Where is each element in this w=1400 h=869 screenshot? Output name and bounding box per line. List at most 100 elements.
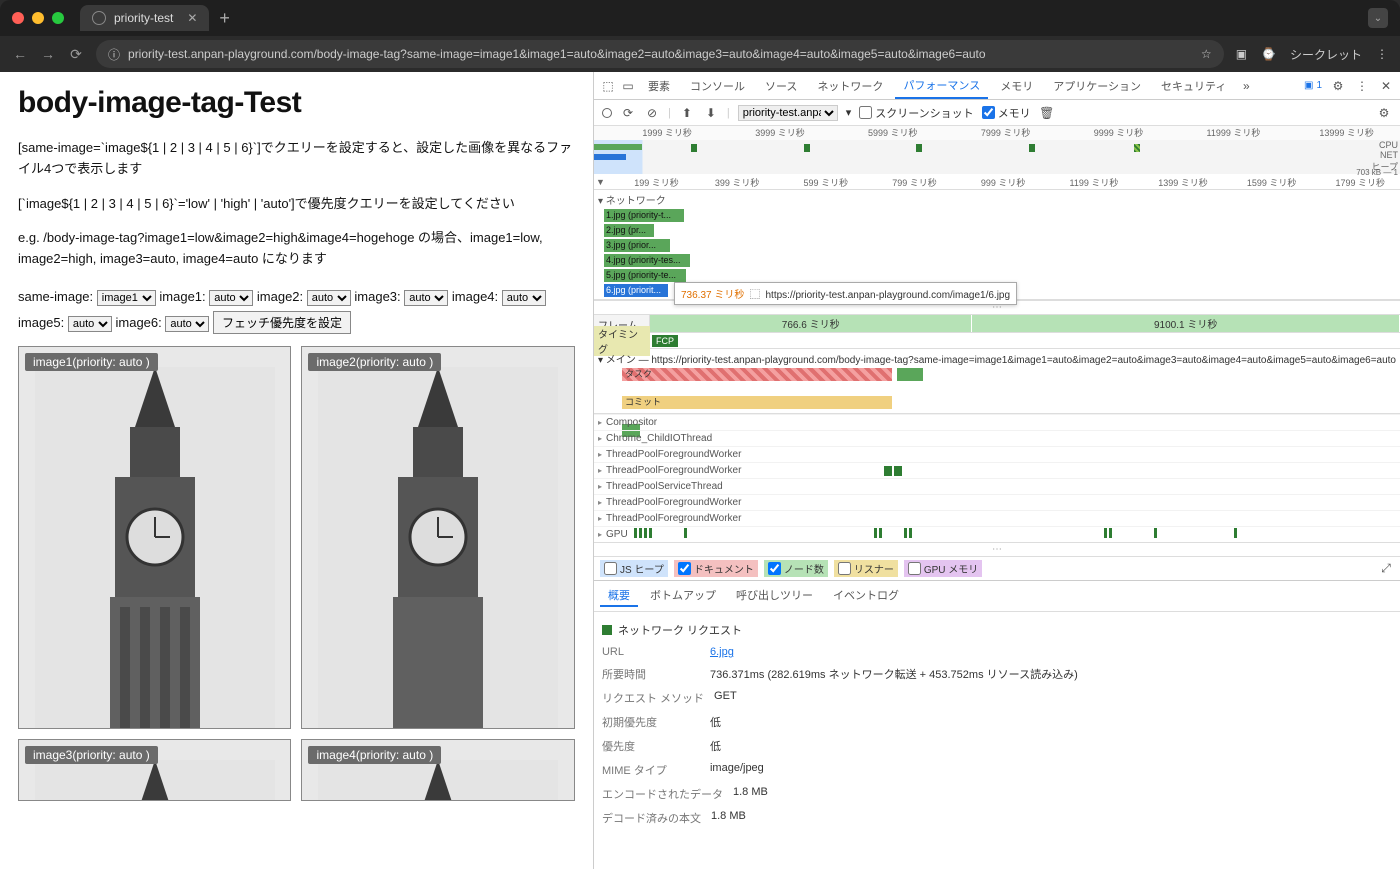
url-bar[interactable]: ⓘ priority-test.anpan-playground.com/bod…	[96, 40, 1224, 68]
network-section-header[interactable]: ▾ ネットワーク	[594, 190, 1400, 209]
tab-security[interactable]: セキュリティ	[1153, 74, 1234, 98]
thread-row[interactable]: GPU	[594, 526, 1400, 542]
settings-gear-icon[interactable]: ⚙	[1376, 106, 1392, 120]
reload-record-icon[interactable]: ⟳	[620, 106, 636, 120]
filter-gpu-memory[interactable]: GPU メモリ	[904, 560, 982, 577]
same-image-select[interactable]: image1	[97, 290, 156, 306]
image5-label: image5:	[18, 315, 64, 330]
tab-elements[interactable]: 要素	[640, 74, 678, 98]
reload-button[interactable]: ⟳	[68, 46, 84, 63]
expand-icon[interactable]: ⤢	[1378, 561, 1394, 576]
incognito-label: シークレット	[1290, 46, 1362, 63]
trash-icon[interactable]: 🗑	[1039, 106, 1055, 120]
image2-label: image2:	[257, 289, 303, 304]
image2-select[interactable]: auto	[307, 290, 351, 306]
thread-row[interactable]: ThreadPoolForegroundWorker	[594, 510, 1400, 526]
thread-row[interactable]: Compositor	[594, 414, 1400, 430]
tab-application[interactable]: アプリケーション	[1045, 74, 1149, 98]
forward-button[interactable]: →	[40, 46, 56, 62]
clear-icon[interactable]: ⊘	[644, 106, 660, 120]
download-icon[interactable]: ⬇	[703, 106, 719, 120]
net-label: NET	[1380, 150, 1398, 160]
tab-network[interactable]: ネットワーク	[809, 74, 891, 98]
kebab-menu-icon[interactable]: ⋮	[1376, 47, 1388, 61]
main-thread-header[interactable]: ▾ メイン — https://priority-test.anpan-play…	[594, 349, 1400, 368]
memory-checkbox[interactable]: メモリ	[982, 105, 1031, 121]
devtools-panel: ⬚ ▭ 要素 コンソール ソース ネットワーク パフォーマンス メモリ アプリケ…	[593, 72, 1400, 869]
thread-row[interactable]: ThreadPoolServiceThread	[594, 478, 1400, 494]
domain-select[interactable]: priority-test.anpan-pla...	[738, 105, 838, 121]
filter-js-heap[interactable]: JS ヒープ	[600, 560, 668, 577]
issues-badge[interactable]: ▣ 1	[1304, 80, 1322, 91]
summary-tab-bottomup[interactable]: ボトムアップ	[642, 585, 724, 607]
inspect-icon[interactable]: ⬚	[600, 79, 616, 93]
side-panel-icon[interactable]: ▣	[1236, 47, 1247, 61]
star-icon[interactable]: ☆	[1201, 47, 1212, 61]
tab-memory[interactable]: メモリ	[992, 74, 1041, 98]
filter-listeners[interactable]: リスナー	[834, 560, 898, 577]
chevron-down-icon[interactable]: ⌄	[1368, 8, 1388, 28]
more-tabs-icon[interactable]: »	[1238, 79, 1254, 93]
detail-ruler[interactable]: ▼ 199 ミリ秒 399 ミリ秒 599 ミリ秒 799 ミリ秒 999 ミリ…	[594, 174, 1400, 190]
thread-row[interactable]: Chrome_ChildIOThread	[594, 430, 1400, 446]
same-image-label: same-image:	[18, 289, 93, 304]
image5-select[interactable]: auto	[68, 316, 112, 332]
bigben-image	[318, 367, 558, 729]
window-maximize-icon[interactable]	[52, 12, 64, 24]
net-bar[interactable]: 3.jpg (prior...	[604, 239, 670, 252]
frame-segment[interactable]: 9100.1 ミリ秒	[972, 315, 1400, 332]
image1-label: image1:	[159, 289, 205, 304]
window-minimize-icon[interactable]	[32, 12, 44, 24]
summary-tab-summary[interactable]: 概要	[600, 585, 638, 607]
url-link[interactable]: 6.jpg	[710, 646, 734, 658]
net-bar[interactable]: 1.jpg (priority-t...	[604, 209, 684, 222]
image6-select[interactable]: auto	[165, 316, 209, 332]
commit-bar[interactable]: コミット	[622, 396, 892, 409]
bigben-image	[35, 367, 275, 729]
frame-segment[interactable]: 766.6 ミリ秒	[650, 315, 972, 332]
kebab-icon[interactable]: ⋮	[1354, 79, 1370, 93]
description-3: e.g. /body-image-tag?image1=low&image2=h…	[18, 228, 575, 270]
net-bar[interactable]: 2.jpg (pr...	[604, 224, 654, 237]
screenshot-checkbox[interactable]: スクリーンショット	[859, 105, 973, 121]
filter-documents[interactable]: ドキュメント	[674, 560, 758, 577]
device-toggle-icon[interactable]: ▭	[620, 79, 636, 93]
new-tab-button[interactable]: +	[219, 8, 230, 29]
close-devtools-icon[interactable]: ✕	[1378, 79, 1394, 93]
task-bar[interactable]: タスク	[622, 368, 892, 381]
fcp-badge[interactable]: FCP	[652, 335, 678, 347]
image-card-4: image4(priority: auto )	[301, 739, 575, 801]
upload-icon[interactable]: ⬆	[679, 106, 695, 120]
site-info-icon[interactable]: ⓘ	[108, 46, 120, 63]
thread-row[interactable]: ThreadPoolForegroundWorker	[594, 494, 1400, 510]
gear-icon[interactable]: ⚙	[1330, 79, 1346, 93]
square-icon	[602, 625, 612, 635]
thread-row[interactable]: ThreadPoolForegroundWorker	[594, 446, 1400, 462]
tab-performance[interactable]: パフォーマンス	[895, 73, 988, 99]
tab-console[interactable]: コンソール	[682, 74, 753, 98]
back-button[interactable]: ←	[12, 46, 28, 62]
ov-tick: 13999 ミリ秒	[1319, 126, 1374, 139]
incognito-icon: ⌚	[1261, 47, 1276, 61]
controls-row: same-image: image1 image1: auto image2: …	[18, 284, 575, 336]
thread-row[interactable]: ThreadPoolForegroundWorker	[594, 462, 1400, 478]
submit-button[interactable]: フェッチ優先度を設定	[213, 311, 351, 334]
record-button[interactable]	[602, 108, 612, 118]
summary-tab-calltree[interactable]: 呼び出しツリー	[728, 585, 821, 607]
image4-select[interactable]: auto	[502, 290, 546, 306]
window-close-icon[interactable]	[12, 12, 24, 24]
close-tab-icon[interactable]: ✕	[187, 11, 197, 25]
net-bar[interactable]: 4.jpg (priority-tes...	[604, 254, 690, 267]
page-content: body-image-tag-Test [same-image=`image${…	[0, 72, 593, 869]
browser-tab[interactable]: priority-test ✕	[80, 5, 209, 31]
image1-select[interactable]: auto	[209, 290, 253, 306]
filter-nodes[interactable]: ノード数	[764, 560, 828, 577]
image3-label: image3:	[354, 289, 400, 304]
net-bar[interactable]: 5.jpg (priority-te...	[604, 269, 686, 282]
tab-sources[interactable]: ソース	[757, 74, 805, 98]
summary-tab-eventlog[interactable]: イベントログ	[825, 585, 907, 607]
timeline-overview[interactable]: 1999 ミリ秒 3999 ミリ秒 5999 ミリ秒 7999 ミリ秒 9999…	[594, 126, 1400, 174]
image-label-4: image4(priority: auto )	[308, 746, 441, 764]
image3-select[interactable]: auto	[404, 290, 448, 306]
net-bar-selected[interactable]: 6.jpg (priorit...	[604, 284, 668, 297]
